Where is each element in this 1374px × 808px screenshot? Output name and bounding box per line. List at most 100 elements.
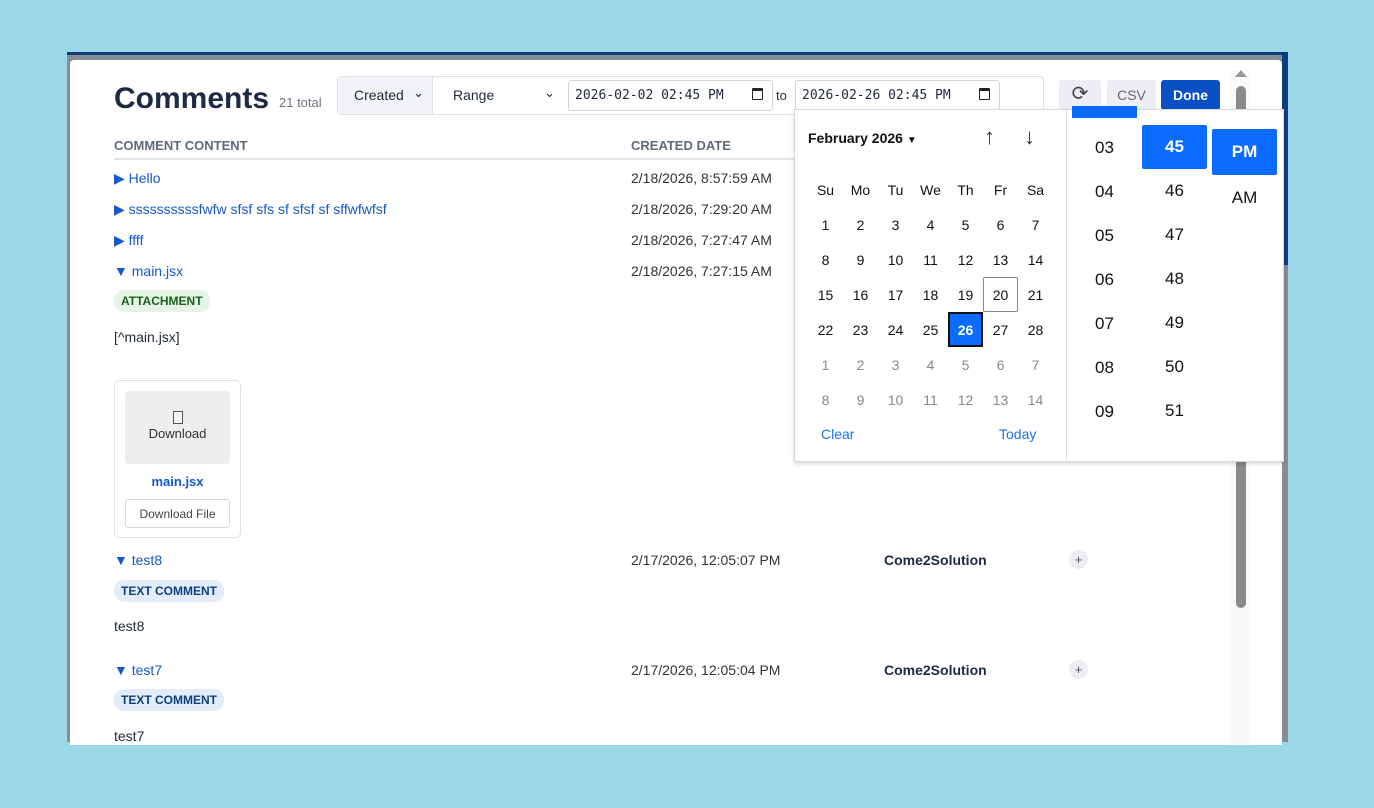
day-cell[interactable]: 7 (1018, 207, 1053, 242)
from-value: 2026-02-02 02:45 PM (575, 88, 724, 103)
hour-option[interactable]: 07 (1072, 302, 1137, 346)
attachment-preview[interactable]: Download (125, 391, 230, 464)
day-cell[interactable]: 4 (913, 347, 948, 382)
day-cell[interactable]: 22 (808, 312, 843, 347)
day-cell[interactable]: 17 (878, 277, 913, 312)
day-cell[interactable]: 2 (843, 347, 878, 382)
download-file-button[interactable]: Download File (125, 499, 230, 528)
minute-option[interactable]: 47 (1142, 213, 1207, 257)
day-cell[interactable]: 3 (878, 347, 913, 382)
day-cell[interactable]: 27 (983, 312, 1018, 347)
day-cell[interactable]: 12 (948, 382, 983, 417)
day-cell[interactable]: 8 (808, 382, 843, 417)
comment-toggle[interactable]: ▶ Hello (114, 170, 161, 187)
day-cell[interactable]: 6 (983, 347, 1018, 382)
hour-selected-partial[interactable] (1072, 106, 1137, 118)
minute-option[interactable]: 45 (1142, 125, 1207, 169)
day-cell[interactable]: 5 (948, 207, 983, 242)
day-cell[interactable]: 24 (878, 312, 913, 347)
hour-column[interactable]: 03 04 05 06 07 08 09 (1072, 106, 1137, 434)
comment-toggle[interactable]: ▼ test7 (114, 662, 162, 678)
next-month-arrow-icon[interactable]: ↓ (1024, 124, 1035, 150)
to-label: to (776, 88, 787, 103)
previous-month-arrow-icon[interactable]: ↑ (984, 124, 995, 150)
day-cell[interactable]: 9 (843, 242, 878, 277)
minute-column[interactable]: 45 46 47 48 49 50 51 (1142, 125, 1207, 433)
mode-select[interactable]: Range ⌄ (433, 77, 563, 114)
day-cell[interactable]: 2 (843, 207, 878, 242)
to-datetime-input[interactable]: 2026-02-26 02:45 PM (795, 80, 1000, 111)
add-button[interactable]: + (1069, 550, 1088, 569)
day-cell[interactable]: 7 (1018, 347, 1053, 382)
mode-select-value: Range (453, 87, 495, 103)
day-cell[interactable]: 18 (913, 277, 948, 312)
comment-title: ffff (128, 232, 144, 248)
day-cell[interactable]: 21 (1018, 277, 1053, 312)
chevron-down-icon: ⌄ (413, 85, 424, 100)
day-cell[interactable]: 11 (913, 382, 948, 417)
day-cell[interactable]: 26 (948, 312, 983, 347)
created-date: 2/18/2026, 7:27:15 AM (631, 263, 772, 279)
day-cell[interactable]: 5 (948, 347, 983, 382)
minute-option[interactable]: 50 (1142, 345, 1207, 389)
day-cell[interactable]: 1 (808, 207, 843, 242)
comment-toggle[interactable]: ▶ ffff (114, 232, 143, 249)
day-cell[interactable]: 10 (878, 382, 913, 417)
minute-option[interactable]: 48 (1142, 257, 1207, 301)
comment-toggle[interactable]: ▶ ssssssssssfwfw sfsf sfs sf sfsf sf sff… (114, 201, 387, 218)
day-cell[interactable]: 10 (878, 242, 913, 277)
day-cell[interactable]: 13 (983, 382, 1018, 417)
done-button[interactable]: Done (1161, 80, 1220, 110)
total-count: 21 total (279, 95, 322, 110)
hour-option[interactable]: 06 (1072, 258, 1137, 302)
day-cell[interactable]: 20 (983, 277, 1018, 312)
from-datetime-input[interactable]: 2026-02-02 02:45 PM (568, 80, 773, 111)
day-cell[interactable]: 11 (913, 242, 948, 277)
day-cell[interactable]: 8 (808, 242, 843, 277)
hour-option[interactable]: 09 (1072, 390, 1137, 434)
minute-option[interactable]: 51 (1142, 389, 1207, 433)
day-cell[interactable]: 15 (808, 277, 843, 312)
scroll-up-icon[interactable] (1235, 70, 1247, 77)
day-cell[interactable]: 28 (1018, 312, 1053, 347)
clear-button[interactable]: Clear (821, 426, 854, 442)
to-value: 2026-02-26 02:45 PM (802, 88, 951, 103)
day-cell[interactable]: 19 (948, 277, 983, 312)
day-cell[interactable]: 16 (843, 277, 878, 312)
hour-option[interactable]: 04 (1072, 170, 1137, 214)
calendar-icon[interactable] (752, 88, 763, 100)
weekday-label: Th (957, 181, 974, 198)
plus-icon: + (1074, 662, 1083, 677)
field-select[interactable]: Created ⌄ (338, 77, 433, 114)
calendar-icon[interactable] (979, 88, 990, 100)
minute-option[interactable]: 46 (1142, 169, 1207, 213)
today-button[interactable]: Today (999, 426, 1036, 442)
minute-option[interactable]: 49 (1142, 301, 1207, 345)
attachment-name[interactable]: main.jsx (115, 474, 240, 489)
day-cell[interactable]: 14 (1018, 382, 1053, 417)
comment-title: ssssssssssfwfw sfsf sfs sf sfsf sf sffwf… (128, 201, 387, 217)
hour-option[interactable]: 03 (1072, 126, 1137, 170)
day-cell[interactable]: 1 (808, 347, 843, 382)
hour-option[interactable]: 08 (1072, 346, 1137, 390)
comment-toggle[interactable]: ▼ test8 (114, 552, 162, 568)
day-cell[interactable]: 9 (843, 382, 878, 417)
day-cell[interactable]: 14 (1018, 242, 1053, 277)
amp-option[interactable]: AM (1212, 175, 1277, 221)
author: Come2Solution (884, 662, 987, 678)
day-cell[interactable]: 13 (983, 242, 1018, 277)
day-cell[interactable]: 25 (913, 312, 948, 347)
month-select[interactable]: February 2026 ▼ (808, 130, 917, 146)
weekday-label: Sa (1026, 181, 1045, 198)
hour-option[interactable]: 05 (1072, 214, 1137, 258)
comment-toggle[interactable]: ▼ main.jsx (114, 263, 183, 279)
day-cell[interactable]: 4 (913, 207, 948, 242)
attachment-card: Download main.jsx Download File (114, 380, 241, 538)
day-cell[interactable]: 12 (948, 242, 983, 277)
day-cell[interactable]: 23 (843, 312, 878, 347)
amp-option[interactable]: PM (1212, 129, 1277, 175)
day-cell[interactable]: 6 (983, 207, 1018, 242)
day-cell[interactable]: 3 (878, 207, 913, 242)
add-button[interactable]: + (1069, 660, 1088, 679)
ampm-column[interactable]: PM AM (1212, 129, 1277, 221)
